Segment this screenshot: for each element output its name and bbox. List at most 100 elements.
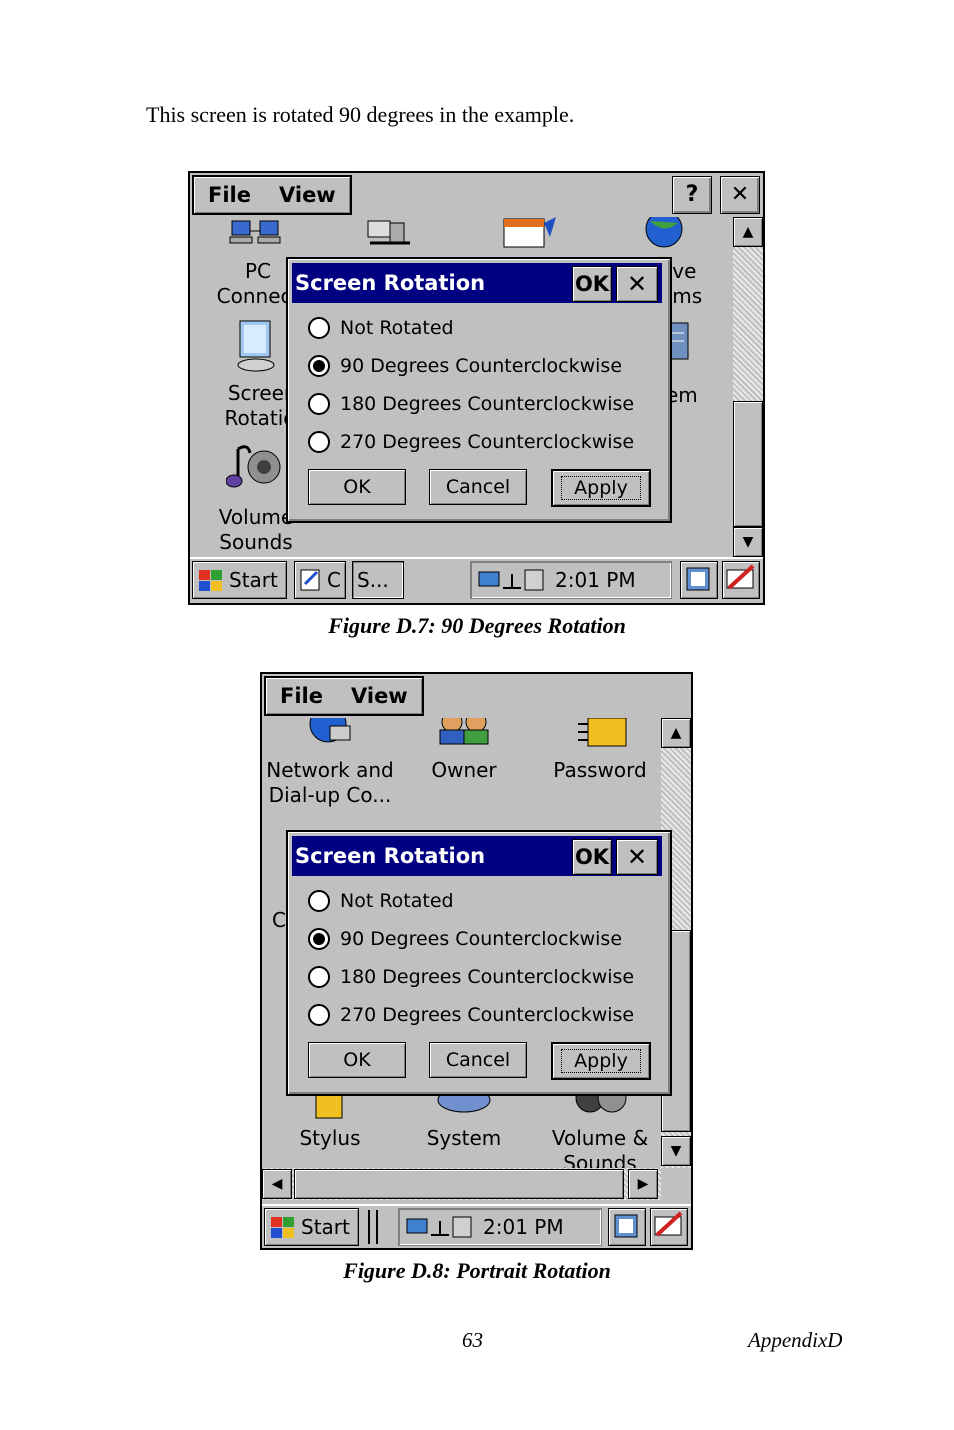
radio-circle[interactable] (308, 393, 330, 415)
menu-box: File View (264, 676, 424, 716)
apply-button[interactable]: Apply (551, 1042, 651, 1080)
pc-connect-icon[interactable] (226, 217, 286, 253)
taskbar-separator (368, 1210, 378, 1244)
scroll-down-icon[interactable]: ▼ (661, 1136, 691, 1166)
scroll-thumb[interactable] (733, 401, 763, 527)
hscroll-thumb[interactable] (294, 1169, 624, 1199)
radio-circle-selected[interactable] (308, 928, 330, 950)
scroll-up-icon[interactable]: ▲ (661, 718, 691, 748)
stylus-icon[interactable] (312, 1094, 352, 1122)
cancel-button[interactable]: Cancel (429, 469, 527, 505)
ok-button[interactable]: OK (308, 1042, 406, 1078)
screen-rotation-icon[interactable] (234, 317, 284, 375)
icon-label-stylus: Stylus (299, 1126, 361, 1150)
windows-flag-icon (269, 1215, 295, 1239)
icon-label-password: Password (553, 758, 647, 782)
desktop-toggle-icon[interactable] (608, 1208, 646, 1246)
apply-label: Apply (561, 476, 641, 500)
dialog-title: Screen Rotation (295, 271, 486, 295)
scroll-left-icon[interactable]: ◀ (262, 1169, 292, 1199)
radio-label: 90 Degrees Counterclockwise (340, 928, 623, 950)
cancel-button[interactable]: Cancel (429, 1042, 527, 1078)
start-button[interactable]: Start (192, 561, 287, 599)
globe-icon[interactable] (640, 217, 690, 251)
menu-file[interactable]: File (266, 684, 337, 708)
apply-button[interactable]: Apply (551, 469, 651, 507)
dialog-titlebar: Screen Rotation OK ✕ (292, 263, 662, 303)
radio-90-degrees[interactable]: 90 Degrees Counterclockwise (308, 355, 622, 377)
dialog-close-icon[interactable]: ✕ (616, 266, 658, 302)
taskbar: Start C S... 2:01 PM (190, 557, 763, 603)
start-label: Start (301, 1215, 350, 1239)
radio-label: Not Rotated (340, 890, 454, 912)
radio-circle-selected[interactable] (308, 355, 330, 377)
vertical-scrollbar[interactable]: ▲ ▼ (733, 217, 763, 557)
close-button[interactable]: ✕ (720, 176, 760, 214)
scroll-up-icon[interactable]: ▲ (733, 217, 763, 247)
password-icon[interactable] (574, 718, 634, 750)
screen-rotation-dialog: Screen Rotation OK ✕ Not Rotated 90 Degr… (286, 830, 672, 1096)
menu-view[interactable]: View (337, 684, 422, 708)
radio-90-degrees[interactable]: 90 Degrees Counterclockwise (308, 928, 622, 950)
task-app-icon (300, 569, 320, 591)
screenshot-portrait: File View Network and Dial-up Co... Owne… (260, 672, 693, 1250)
calendar-icon[interactable] (498, 217, 558, 253)
tray-network-icon[interactable] (477, 566, 547, 594)
clock[interactable]: 2:01 PM (555, 568, 636, 592)
icon-label-partial: C (272, 908, 286, 932)
taskbar-task-c[interactable]: C (294, 561, 346, 599)
task-c-label: C (327, 568, 341, 592)
section-name: AppendixD (748, 1328, 843, 1352)
icon-label-system: em (666, 383, 698, 407)
dialog-title-ok-button[interactable]: OK (572, 839, 612, 875)
start-button[interactable]: Start (264, 1208, 359, 1246)
radio-circle[interactable] (308, 317, 330, 339)
ok-button[interactable]: OK (308, 469, 406, 505)
desktop-toggle-icon[interactable] (680, 561, 718, 599)
task-s-label: S... (357, 568, 389, 592)
radio-label: 90 Degrees Counterclockwise (340, 355, 623, 377)
icon-label-network: Network and Dial-up Co... (266, 758, 394, 807)
intro-text: This screen is rotated 90 degrees in the… (146, 102, 575, 127)
radio-not-rotated[interactable]: Not Rotated (308, 890, 454, 912)
radio-180-degrees[interactable]: 180 Degrees Counterclockwise (308, 966, 634, 988)
dialog-title-ok-button[interactable]: OK (572, 266, 612, 302)
volume-sounds-icon[interactable] (226, 439, 286, 495)
radio-circle[interactable] (308, 890, 330, 912)
network-dialup-icon[interactable] (306, 718, 356, 750)
system-tray: 2:01 PM (398, 1208, 602, 1246)
tray-network-icon[interactable] (405, 1213, 475, 1241)
scroll-right-icon[interactable]: ▶ (628, 1169, 658, 1199)
scroll-down-icon[interactable]: ▼ (733, 527, 763, 557)
clock[interactable]: 2:01 PM (483, 1215, 564, 1239)
figure-d7-caption: Figure D.7: 90 Degrees Rotation (328, 613, 626, 638)
radio-label: Not Rotated (340, 317, 454, 339)
volume-icon[interactable] (570, 1094, 630, 1122)
horizontal-scrollbar[interactable]: ◀ ▶ (262, 1168, 661, 1200)
menu-file[interactable]: File (194, 183, 265, 207)
radio-label: 180 Degrees Counterclockwise (340, 966, 635, 988)
network-icon[interactable] (360, 217, 420, 251)
taskbar: Start 2:01 PM (262, 1204, 691, 1248)
radio-not-rotated[interactable]: Not Rotated (308, 317, 454, 339)
help-button[interactable]: ? (672, 176, 712, 214)
radio-180-degrees[interactable]: 180 Degrees Counterclockwise (308, 393, 634, 415)
radio-circle[interactable] (308, 431, 330, 453)
screen-rotation-dialog: Screen Rotation OK ✕ Not Rotated 90 Degr… (286, 257, 672, 523)
owner-icon[interactable] (436, 718, 496, 746)
radio-circle[interactable] (308, 966, 330, 988)
page-number: 63 (462, 1328, 483, 1352)
radio-270-degrees[interactable]: 270 Degrees Counterclockwise (308, 1004, 634, 1026)
input-panel-icon[interactable] (650, 1208, 688, 1246)
radio-270-degrees[interactable]: 270 Degrees Counterclockwise (308, 431, 634, 453)
input-panel-icon[interactable] (722, 561, 760, 599)
dialog-close-icon[interactable]: ✕ (616, 839, 658, 875)
apply-label: Apply (561, 1049, 641, 1073)
icon-label-owner: Owner (431, 758, 497, 782)
screenshot-90-degrees: File View ? ✕ PC Connect Screer Rotatio … (188, 171, 765, 605)
radio-label: 180 Degrees Counterclockwise (340, 393, 635, 415)
taskbar-task-s[interactable]: S... (352, 561, 404, 599)
menu-view[interactable]: View (265, 183, 350, 207)
radio-circle[interactable] (308, 1004, 330, 1026)
system-icon[interactable] (434, 1094, 494, 1120)
